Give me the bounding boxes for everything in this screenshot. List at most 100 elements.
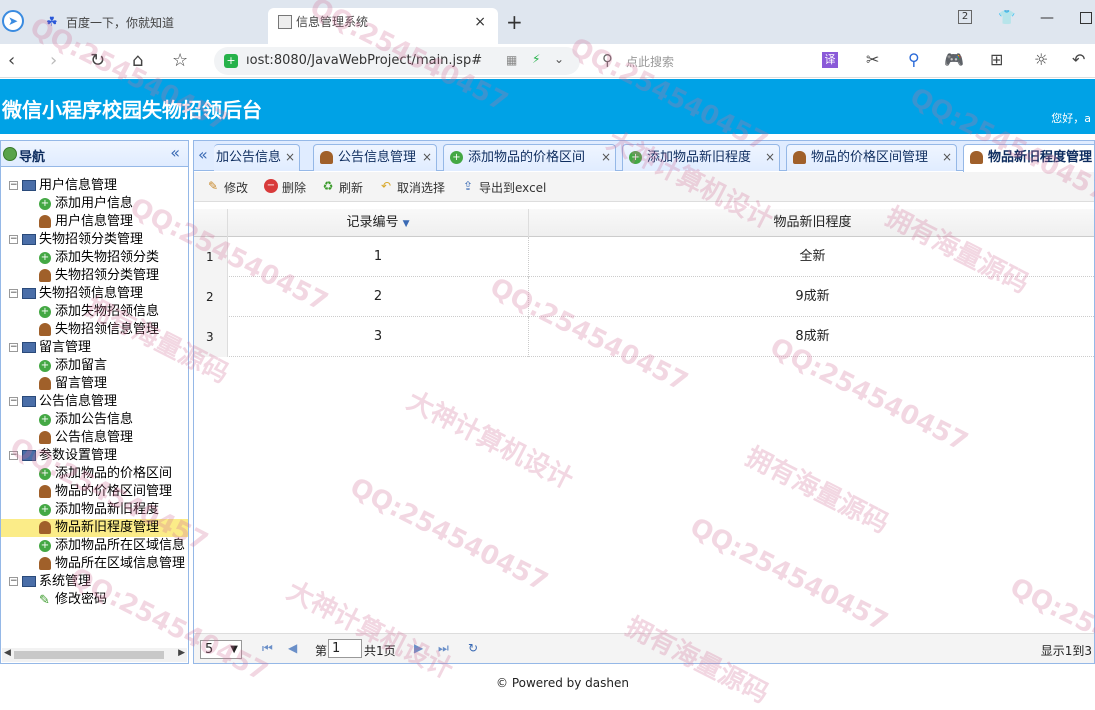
tree-collapse-icon[interactable]: −	[9, 397, 18, 406]
lightning-icon[interactable]: ⚡	[532, 52, 540, 66]
scissors-icon[interactable]: ✂	[866, 50, 879, 69]
content-tab[interactable]: 物品新旧程度管理	[963, 144, 1094, 172]
nav-group[interactable]: − 参数设置管理	[1, 447, 188, 465]
nav-item[interactable]: ✎ 修改密码	[1, 591, 188, 609]
tab-scroll-left-icon[interactable]: «	[198, 145, 208, 164]
translate-icon[interactable]: 译	[822, 52, 838, 68]
minimize-icon[interactable]: —	[1040, 10, 1054, 26]
prev-page-icon[interactable]: ◀	[288, 641, 297, 655]
refresh-button[interactable]: ♻ 刷新	[321, 179, 363, 196]
browser-logo-icon[interactable]: ➤	[2, 10, 24, 32]
search-field[interactable]: ⚲ 点此搜索	[596, 47, 810, 75]
new-tab-button[interactable]: +	[506, 10, 523, 34]
nav-item[interactable]: 失物招领信息管理	[1, 321, 188, 339]
edit-button[interactable]: ✎ 修改	[206, 179, 248, 196]
maximize-icon[interactable]	[1080, 12, 1092, 24]
nav-group[interactable]: − 留言管理	[1, 339, 188, 357]
apps-grid-icon[interactable]: ⊞	[990, 50, 1003, 69]
page-size-select[interactable]: 5 ▼	[200, 640, 242, 659]
browser-tab-baidu[interactable]: ☘ 百度一下，你就知道	[44, 8, 266, 38]
page-number-input[interactable]: 1	[328, 639, 362, 658]
chevron-down-icon[interactable]: ⌄	[554, 52, 564, 66]
scrollbar-thumb[interactable]	[14, 651, 164, 659]
record-id-cell[interactable]: 3	[228, 317, 529, 357]
home-icon[interactable]: ⌂	[132, 50, 143, 71]
collapse-sidebar-icon[interactable]: «	[170, 143, 180, 162]
cancel-select-button[interactable]: ↶ 取消选择	[379, 179, 445, 196]
export-excel-button[interactable]: ⇪ 导出到excel	[461, 179, 546, 196]
record-id-cell[interactable]: 1	[228, 237, 529, 277]
undo-icon[interactable]: ↶	[1072, 50, 1085, 69]
condition-cell[interactable]: 8成新	[529, 317, 1094, 357]
tree-collapse-icon[interactable]: −	[9, 181, 18, 190]
nav-item[interactable]: + 添加用户信息	[1, 195, 188, 213]
shirt-icon[interactable]: 👕	[998, 10, 1015, 26]
close-tab-icon[interactable]: ×	[474, 8, 486, 36]
next-page-icon[interactable]: ▶	[414, 641, 423, 655]
nav-group[interactable]: − 用户信息管理	[1, 177, 188, 195]
magnifier-icon[interactable]: ⚲	[908, 50, 920, 69]
delete-button[interactable]: − 删除	[264, 179, 306, 196]
scroll-left-icon[interactable]: ◀	[4, 648, 11, 658]
close-tab-icon[interactable]: ×	[601, 145, 611, 170]
column-header-id[interactable]: 记录编号 ▼	[228, 209, 529, 237]
gamepad-icon[interactable]: 🎮	[944, 50, 964, 69]
nav-group[interactable]: − 失物招领分类管理	[1, 231, 188, 249]
nav-item[interactable]: 用户信息管理	[1, 213, 188, 231]
nav-group-label: 系统管理	[39, 574, 92, 589]
nav-item[interactable]: 物品新旧程度管理	[1, 519, 188, 537]
content-tab[interactable]: 物品的价格区间管理 ×	[786, 144, 957, 171]
nav-item[interactable]: 留言管理	[1, 375, 188, 393]
content-tab[interactable]: 加公告信息 ×	[214, 144, 300, 171]
content-tab[interactable]: 公告信息管理 ×	[313, 144, 437, 171]
nav-item[interactable]: + 添加失物招领信息	[1, 303, 188, 321]
tab-count-badge[interactable]: 2	[958, 10, 972, 24]
forward-icon[interactable]: ›	[50, 50, 57, 71]
add-icon: +	[39, 504, 51, 516]
tree-collapse-icon[interactable]: −	[9, 235, 18, 244]
nav-group[interactable]: − 公告信息管理	[1, 393, 188, 411]
nav-item[interactable]: + 添加留言	[1, 357, 188, 375]
close-tab-icon[interactable]: ×	[285, 145, 295, 170]
sidebar-scrollbar[interactable]: ◀ ▶	[2, 648, 187, 662]
reload-icon[interactable]: ↻	[468, 641, 478, 655]
reload-icon[interactable]: ↻	[90, 50, 105, 71]
condition-cell[interactable]: 9成新	[529, 277, 1094, 317]
scroll-right-icon[interactable]: ▶	[178, 648, 185, 658]
url-field[interactable]: + ıost:8080/JavaWebProject/main.jsp# ▦ ⚡…	[214, 47, 580, 75]
nav-group[interactable]: − 系统管理	[1, 573, 188, 591]
nav-group[interactable]: − 失物招领信息管理	[1, 285, 188, 303]
record-id-cell[interactable]: 2	[228, 277, 529, 317]
column-header-condition[interactable]: 物品新旧程度	[529, 209, 1094, 237]
table-row[interactable]: 2 2 9成新	[194, 277, 1094, 317]
nav-item[interactable]: + 添加失物招领分类	[1, 249, 188, 267]
content-tab[interactable]: + 添加物品新旧程度 ×	[622, 144, 780, 171]
back-icon[interactable]: ‹	[8, 50, 15, 71]
condition-cell[interactable]: 全新	[529, 237, 1094, 277]
tree-collapse-icon[interactable]: −	[9, 577, 18, 586]
nav-item[interactable]: + 添加物品的价格区间	[1, 465, 188, 483]
nav-item[interactable]: 公告信息管理	[1, 429, 188, 447]
close-tab-icon[interactable]: ×	[765, 145, 775, 170]
nav-item[interactable]: + 添加公告信息	[1, 411, 188, 429]
first-page-icon[interactable]: ⏮	[262, 641, 273, 656]
browser-tab-active[interactable]: 信息管理系统 ×	[268, 8, 498, 44]
qr-icon[interactable]: ▦	[506, 53, 517, 67]
nav-item[interactable]: + 添加物品新旧程度	[1, 501, 188, 519]
tree-collapse-icon[interactable]: −	[9, 451, 18, 460]
table-row[interactable]: 3 3 8成新	[194, 317, 1094, 357]
close-tab-icon[interactable]: ×	[422, 145, 432, 170]
close-tab-icon[interactable]: ×	[942, 145, 952, 170]
table-row[interactable]: 1 1 全新	[194, 237, 1094, 277]
nav-item[interactable]: 失物招领分类管理	[1, 267, 188, 285]
browser-tab-bar: ➤ ☘ 百度一下，你就知道 信息管理系统 × + 2 👕 —	[0, 0, 1095, 44]
tree-collapse-icon[interactable]: −	[9, 343, 18, 352]
nav-item[interactable]: 物品的价格区间管理	[1, 483, 188, 501]
star-icon[interactable]: ☆	[172, 50, 188, 71]
content-tab[interactable]: + 添加物品的价格区间 ×	[443, 144, 616, 171]
brightness-icon[interactable]: ☼	[1034, 50, 1048, 69]
nav-item[interactable]: 物品所在区域信息管理	[1, 555, 188, 573]
tree-collapse-icon[interactable]: −	[9, 289, 18, 298]
nav-item[interactable]: + 添加物品所在区域信息	[1, 537, 188, 555]
last-page-icon[interactable]: ⏭	[438, 641, 449, 656]
